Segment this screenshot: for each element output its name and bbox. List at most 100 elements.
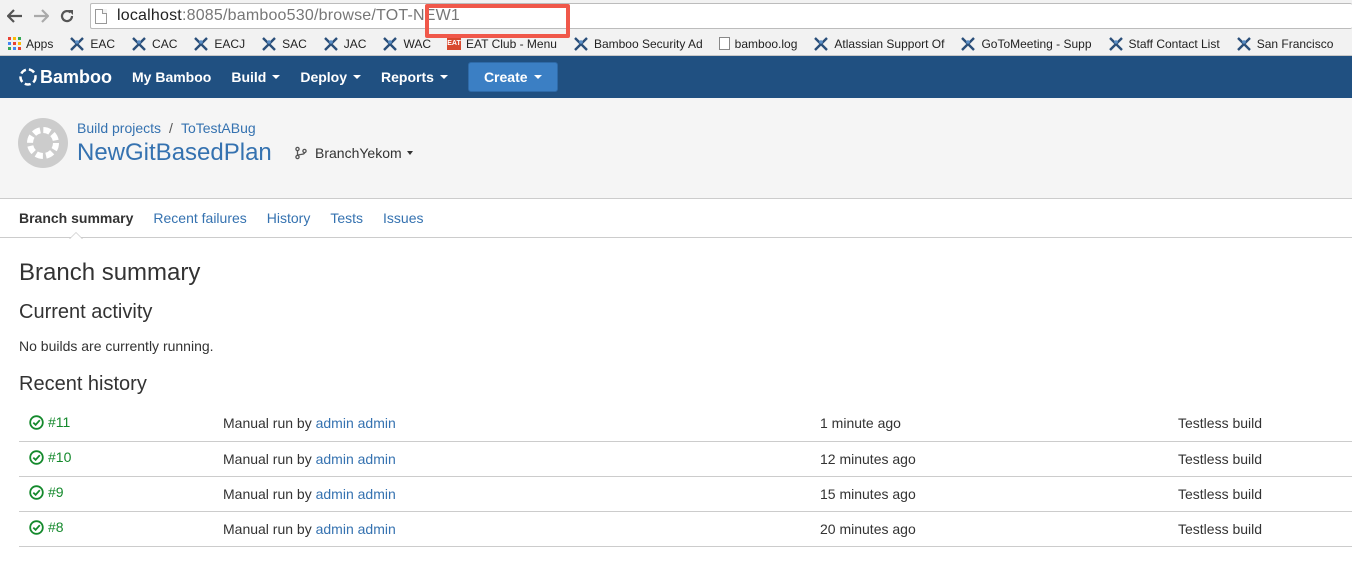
result-cell: Testless build	[1178, 476, 1352, 512]
bookmark-item[interactable]: GoToMeeting - Supp	[960, 36, 1092, 51]
bookmark-label: WAC	[403, 36, 431, 51]
bookmark-label: EAT Club - Menu	[466, 36, 557, 51]
reason-cell: Manual run by admin admin	[223, 476, 820, 512]
build-link[interactable]: #10	[29, 449, 71, 465]
create-button[interactable]: Create	[467, 62, 558, 92]
bookmark-label: EAC	[90, 36, 116, 51]
build-link[interactable]: #11	[29, 414, 70, 430]
atlassian-x-icon	[323, 36, 339, 51]
bookmark-item[interactable]: EAT EAT Club - Menu	[447, 37, 557, 51]
result-cell: Testless build	[1178, 441, 1352, 477]
tab-tests[interactable]: Tests	[330, 199, 363, 238]
chevron-down-icon	[272, 75, 281, 79]
url-path: :8085/bamboo530/browse/TOT-NEW1	[181, 7, 460, 24]
current-activity-text: No builds are currently running.	[19, 338, 214, 354]
nav-build[interactable]: Build	[231, 69, 281, 85]
breadcrumb-separator: /	[169, 120, 173, 136]
logo-text: Bamboo	[40, 66, 112, 87]
build-number: #11	[48, 414, 71, 430]
table-row: #10 Manual run by admin admin 12 minutes a…	[19, 441, 1352, 477]
bookmark-item[interactable]: WAC	[382, 37, 431, 51]
nav-reports[interactable]: Reports	[381, 69, 448, 85]
user-link[interactable]: admin admin	[316, 451, 396, 467]
nav-deploy[interactable]: Deploy	[300, 69, 362, 85]
branch-icon	[295, 146, 307, 160]
address-bar[interactable]: localhost:8085/bamboo530/browse/TOT-NEW1	[90, 3, 1352, 38]
bookmark-item[interactable]: EAC	[69, 37, 115, 51]
chevron-down-icon	[533, 75, 542, 79]
tab-branch-summary[interactable]: Branch summary	[19, 199, 133, 239]
reload-icon	[60, 9, 74, 23]
bookmark-label: GoToMeeting - Supp	[981, 36, 1092, 51]
tab-history[interactable]: History	[267, 199, 311, 238]
history-table: #11 Manual run by admin admin 1 minute ago…	[19, 406, 1352, 547]
recent-history-heading: Recent history	[19, 373, 147, 395]
reason-cell: Manual run by admin admin	[223, 406, 820, 442]
atlassian-x-icon	[131, 36, 147, 51]
reason-text: Manual run by	[223, 485, 316, 502]
document-icon	[718, 37, 730, 50]
bookmark-label: bamboo.log	[734, 36, 798, 51]
bookmark-item[interactable]: bamboo.log	[718, 36, 798, 51]
chevron-down-icon	[353, 75, 362, 79]
build-number: #9	[48, 484, 64, 501]
url-host: localhost	[117, 7, 182, 24]
table-row: #11 Manual run by admin admin 1 minute ago…	[19, 406, 1352, 442]
app-header: Bamboo My Bamboo Build Deploy Reports Creat…	[0, 56, 1352, 98]
bamboo-logo[interactable]: Bamboo	[18, 67, 112, 88]
nav-label: My Bamboo	[132, 69, 212, 85]
bookmarks-bar: Apps EAC CAC EACJ SAC JAC WAC EAT EAT Club - Men…	[0, 32, 1352, 56]
main-nav: My Bamboo Build Deploy Reports	[132, 69, 468, 85]
back-button[interactable]	[4, 5, 26, 27]
success-check-icon	[29, 450, 44, 465]
bookmark-item[interactable]: Atlassian Support Of	[813, 37, 944, 51]
breadcrumb-build-projects[interactable]: Build projects	[77, 120, 161, 136]
success-check-icon	[29, 414, 44, 430]
chevron-down-icon	[439, 75, 448, 79]
user-link[interactable]: admin admin	[316, 486, 396, 502]
branch-name: BranchYekom	[315, 145, 402, 161]
bookmark-item[interactable]: JAC	[323, 36, 367, 51]
chevron-down-icon	[406, 151, 413, 155]
forward-arrow-icon	[34, 9, 49, 23]
bookmark-item[interactable]: Apps	[8, 37, 53, 51]
table-row: #8 Manual run by admin admin 20 minutes ag…	[19, 511, 1352, 547]
build-link[interactable]: #8	[29, 519, 64, 535]
tab-recent-failures[interactable]: Recent failures	[153, 199, 246, 238]
breadcrumb-project[interactable]: ToTestABug	[181, 120, 256, 136]
bookmark-item[interactable]: EACJ	[193, 37, 245, 51]
bookmark-label: SAC	[282, 36, 307, 51]
reload-button[interactable]	[56, 5, 78, 27]
page-title[interactable]: NewGitBasedPlan	[77, 139, 272, 167]
bookmark-item[interactable]: CAC	[131, 37, 177, 51]
bookmark-label: JAC	[343, 36, 367, 51]
reason-text: Manual run by	[223, 415, 316, 432]
user-link[interactable]: admin admin	[316, 415, 396, 431]
build-link[interactable]: #9	[29, 484, 64, 500]
bookmark-label: EACJ	[214, 36, 246, 51]
bookmark-item[interactable]: San Francisco	[1236, 37, 1333, 51]
section-heading: Branch summary	[19, 259, 201, 286]
time-cell: 1 minute ago	[820, 406, 1178, 442]
bookmark-item[interactable]: Staff Contact List	[1108, 37, 1220, 51]
forward-button[interactable]	[30, 5, 52, 27]
atlassian-x-icon	[69, 36, 85, 51]
bookmark-label: Bamboo Security Ad	[593, 36, 703, 51]
build-number: #10	[48, 449, 72, 466]
nav-label: Reports	[381, 69, 434, 85]
branch-selector[interactable]: BranchYekom	[294, 145, 413, 161]
atlassian-x-icon	[193, 36, 209, 51]
plan-tabs: Branch summary Recent failures History Test…	[0, 199, 1352, 239]
user-link[interactable]: admin admin	[316, 521, 396, 537]
reason-cell: Manual run by admin admin	[223, 511, 820, 547]
bookmark-item[interactable]: Bamboo Security Ad	[573, 37, 703, 51]
bookmark-item[interactable]: SAC	[261, 37, 307, 51]
bookmark-label: Staff Contact List	[1128, 36, 1220, 51]
atlassian-x-icon	[1108, 36, 1124, 51]
plan-header: Build projects / ToTestABug NewGitBasedPla…	[0, 98, 1352, 199]
bookmark-label: CAC	[152, 36, 178, 51]
tab-issues[interactable]: Issues	[383, 199, 423, 238]
nav-my-bamboo[interactable]: My Bamboo	[132, 69, 211, 85]
success-check-icon	[29, 520, 44, 535]
build-number: #8	[48, 519, 64, 536]
